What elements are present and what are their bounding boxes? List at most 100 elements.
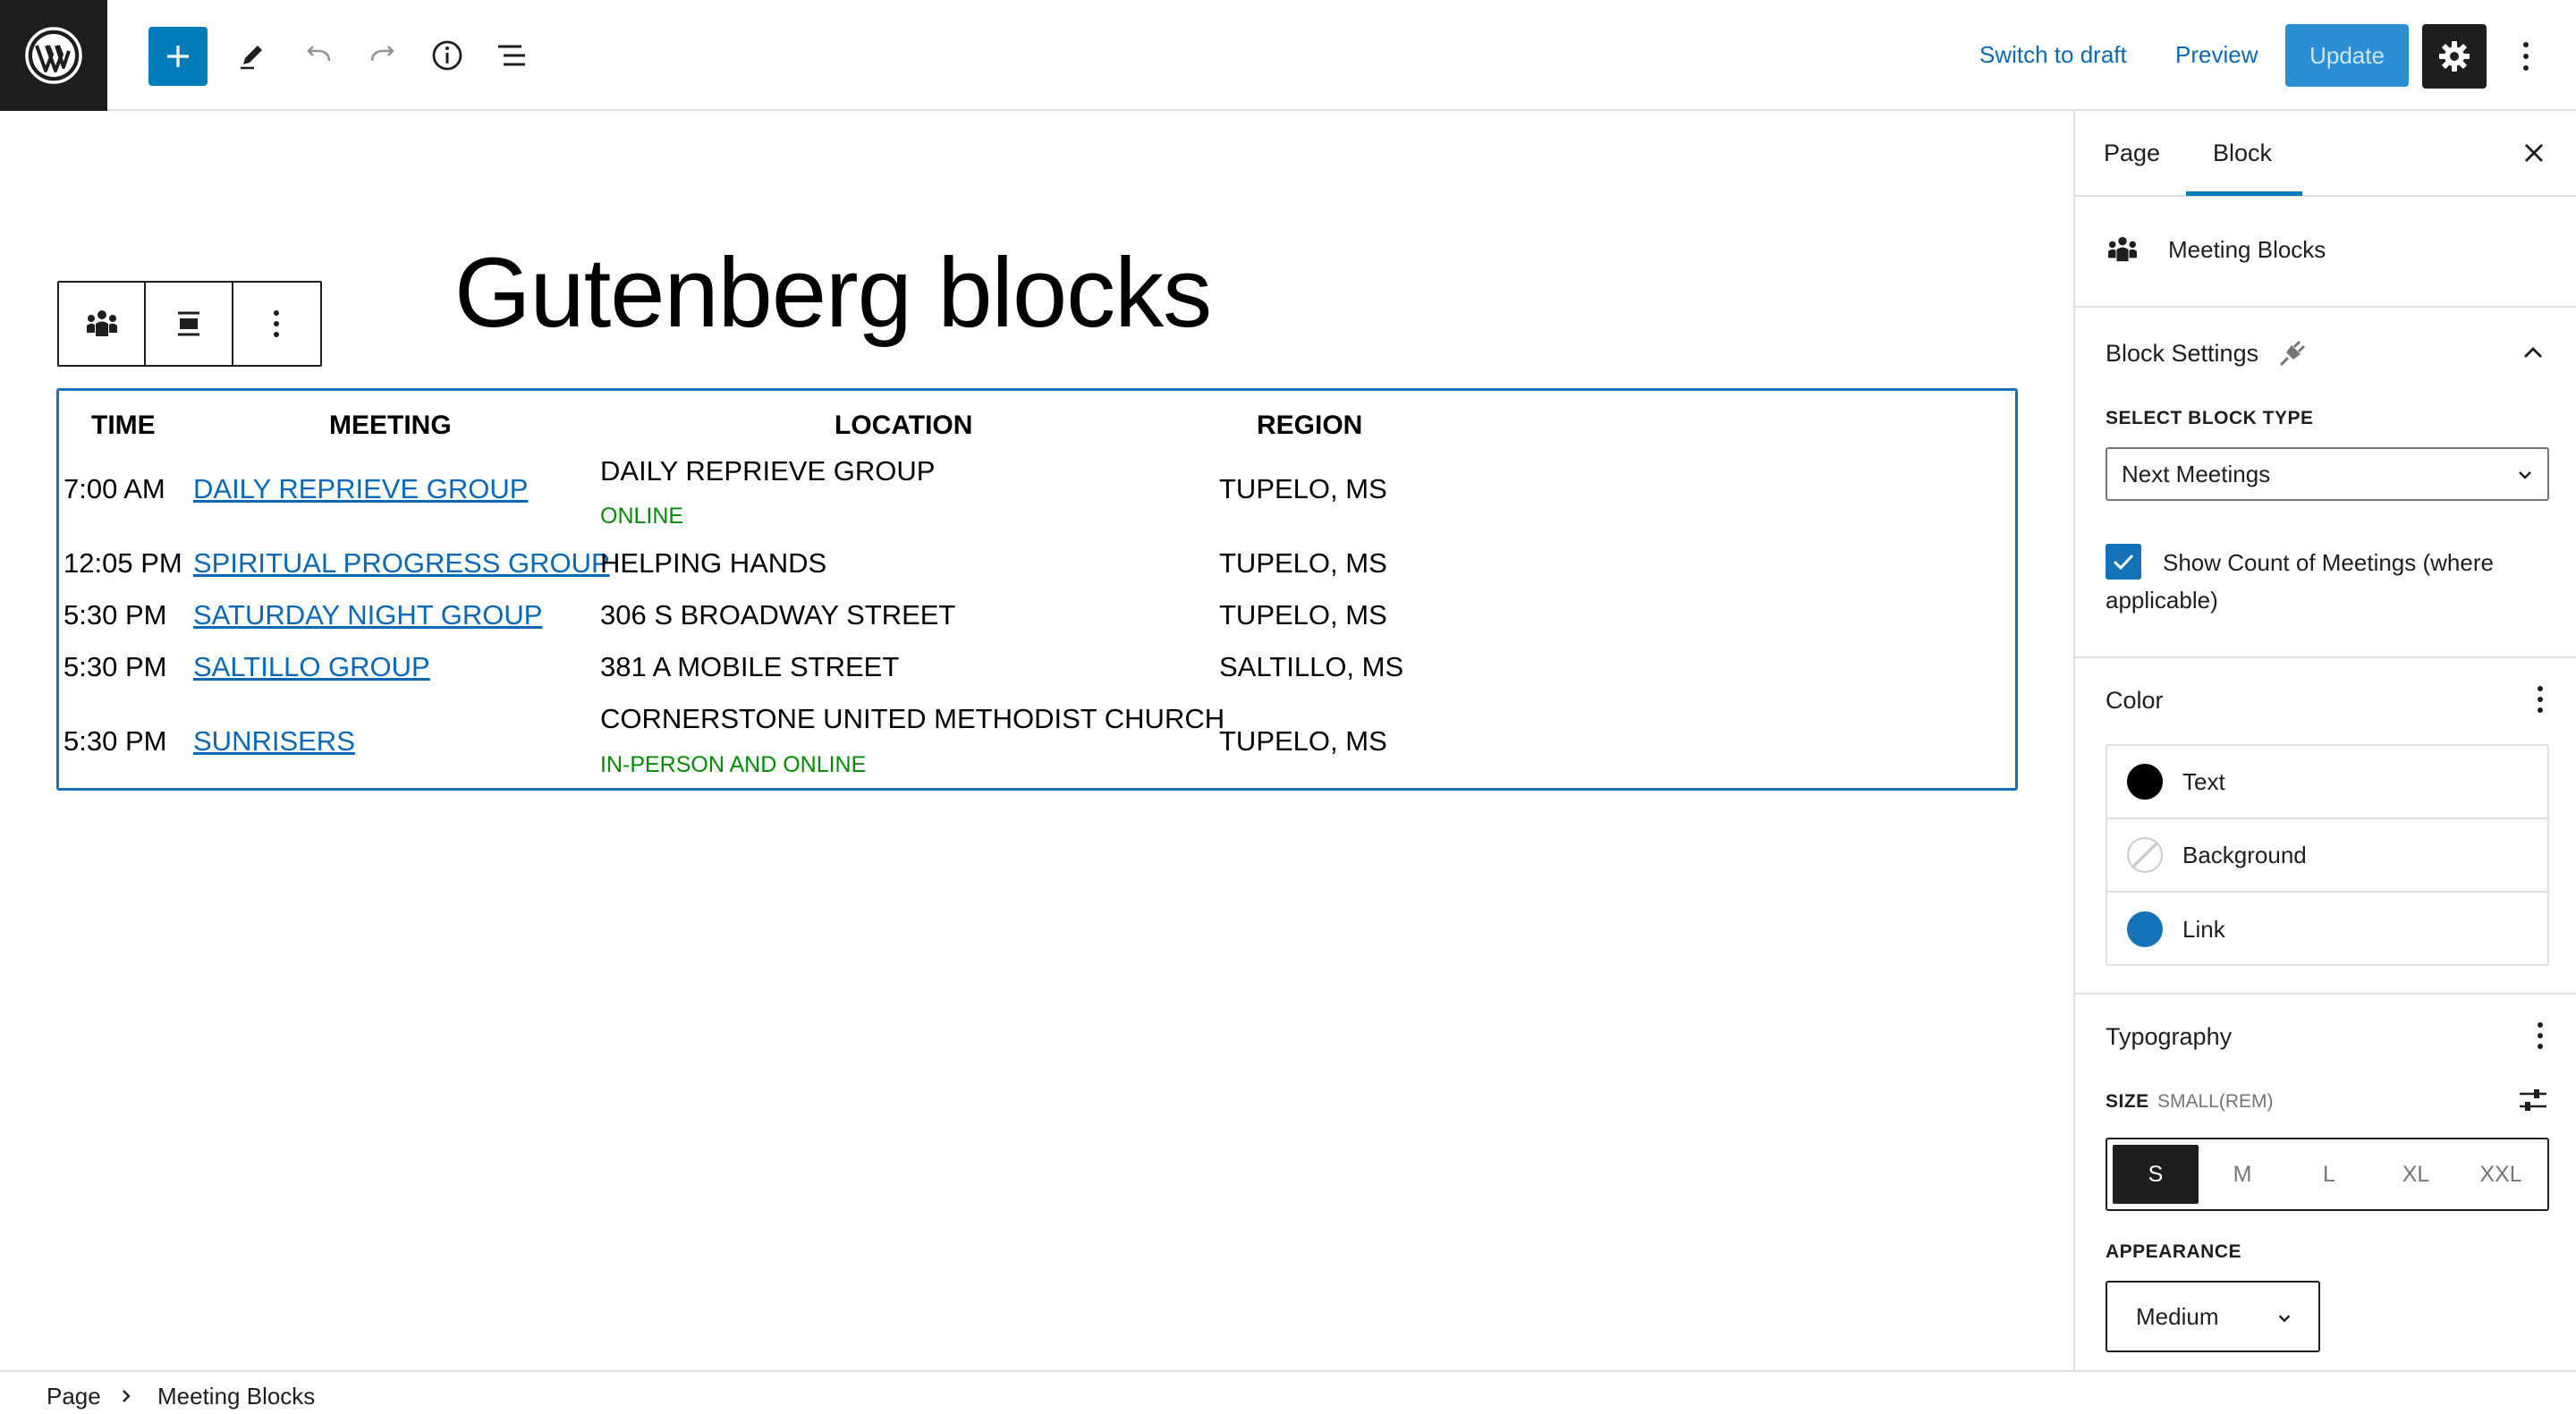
list-view-icon [498, 45, 525, 66]
options-menu-button[interactable] [2508, 30, 2544, 83]
meeting-time: 5:30 PM [64, 599, 167, 631]
more-vertical-icon [274, 310, 280, 337]
appearance-select[interactable]: Medium [2106, 1281, 2320, 1352]
meeting-link[interactable]: SALTILLO GROUP [193, 651, 430, 683]
add-block-button[interactable] [148, 27, 208, 86]
tools-button[interactable] [225, 29, 279, 82]
column-header-region: REGION [1257, 411, 1363, 440]
custom-size-button[interactable] [2513, 1080, 2553, 1120]
collapse-panel-button[interactable] [2515, 334, 2551, 370]
column-header-location: LOCATION [835, 411, 973, 440]
plus-icon [167, 46, 189, 67]
meeting-location: 381 A MOBILE STREET [600, 651, 900, 682]
close-sidebar-button[interactable] [2512, 131, 2556, 175]
wordpress-logo-button[interactable] [0, 0, 107, 111]
size-option-xxl[interactable]: XXL [2458, 1145, 2544, 1204]
align-center-icon [178, 311, 200, 336]
settings-button[interactable] [2422, 24, 2487, 89]
text-color-swatch [2127, 764, 2163, 800]
show-count-label[interactable]: Show Count of Meetings (where applicable… [2106, 544, 2553, 619]
divider [2075, 993, 2576, 995]
color-list: Text Background Link [2106, 744, 2549, 966]
meeting-region: TUPELO, MS [1219, 725, 1387, 757]
color-item-text[interactable]: Text [2107, 746, 2547, 819]
tab-page[interactable]: Page [2104, 140, 2160, 167]
breadcrumb: Page Meeting Blocks [0, 1370, 2576, 1414]
people-icon [86, 310, 117, 336]
chevron-down-icon [2278, 1315, 2291, 1323]
block-name: Meeting Blocks [2168, 236, 2326, 263]
meeting-region: TUPELO, MS [1219, 473, 1387, 504]
switch-to-draft-button[interactable]: Switch to draft [1979, 41, 2127, 69]
typography-options-button[interactable] [2522, 1009, 2558, 1063]
meeting-region: TUPELO, MS [1219, 547, 1387, 579]
info-icon [432, 40, 462, 71]
size-label: SIZE [2106, 1091, 2149, 1112]
preview-button[interactable]: Preview [2175, 41, 2258, 69]
chevron-down-icon [2519, 471, 2531, 479]
block-options-button[interactable] [233, 283, 320, 365]
tab-block[interactable]: Block [2213, 140, 2272, 167]
appearance-label: APPEARANCE [2106, 1241, 2242, 1262]
meeting-location: CORNERSTONE UNITED METHODIST CHURCH [600, 703, 1225, 734]
divider [2075, 656, 2576, 658]
active-tab-indicator [2186, 191, 2302, 196]
size-option-xl[interactable]: XL [2373, 1145, 2459, 1204]
page-title[interactable]: Gutenberg blocks [454, 236, 1212, 350]
color-item-background[interactable]: Background [2107, 819, 2547, 893]
details-button[interactable] [420, 29, 474, 82]
close-icon [2525, 144, 2543, 162]
block-settings-title[interactable]: Block Settings [2106, 340, 2258, 368]
block-type-button[interactable] [59, 283, 147, 365]
size-hint: SMALL(REM) [2157, 1091, 2274, 1112]
wordpress-icon [25, 27, 82, 84]
size-option-s[interactable]: S [2113, 1145, 2199, 1204]
sidebar-tabs: Page Block [2075, 111, 2576, 197]
color-options-button[interactable] [2522, 673, 2558, 726]
attendance-type: ONLINE [600, 504, 684, 529]
size-option-m[interactable]: M [2199, 1145, 2285, 1204]
list-view-button[interactable] [485, 29, 538, 82]
column-header-time: TIME [91, 411, 156, 440]
block-type-select[interactable]: Next Meetings [2106, 447, 2549, 501]
more-vertical-icon [2538, 1022, 2543, 1049]
meeting-time: 5:30 PM [64, 651, 167, 682]
people-icon [2108, 236, 2137, 262]
color-item-label: Background [2182, 841, 2307, 868]
chevron-up-icon [2524, 347, 2542, 358]
breadcrumb-item-page[interactable]: Page [47, 1383, 101, 1410]
meetings-table-block[interactable]: TIME MEETING LOCATION REGION 7:00 AM DAI… [56, 388, 2018, 791]
gear-icon [2439, 41, 2470, 72]
more-vertical-icon [2523, 42, 2529, 71]
meeting-location: HELPING HANDS [600, 547, 827, 579]
color-item-link[interactable]: Link [2107, 893, 2547, 966]
block-type-select-value: Next Meetings [2122, 460, 2271, 487]
redo-icon [370, 46, 394, 62]
font-size-picker: S M L XL XXL [2106, 1138, 2549, 1211]
plugin-icon [2279, 340, 2306, 367]
meeting-location: 306 S BROADWAY STREET [600, 599, 956, 631]
background-color-swatch [2127, 837, 2163, 873]
update-button[interactable]: Update [2285, 24, 2409, 87]
select-block-type-label: SELECT BLOCK TYPE [2106, 408, 2314, 428]
meeting-link[interactable]: SUNRISERS [193, 725, 355, 758]
undo-icon [307, 46, 331, 62]
breadcrumb-item-block[interactable]: Meeting Blocks [157, 1383, 315, 1410]
meeting-time: 7:00 AM [64, 473, 165, 504]
meeting-time: 5:30 PM [64, 725, 167, 757]
attendance-type: IN-PERSON AND ONLINE [600, 752, 867, 777]
pencil-icon [241, 46, 262, 70]
size-option-l[interactable]: L [2286, 1145, 2372, 1204]
meeting-link[interactable]: SATURDAY NIGHT GROUP [193, 599, 542, 631]
meeting-link[interactable]: SPIRITUAL PROGRESS GROUP [193, 547, 610, 580]
meeting-link[interactable]: DAILY REPRIEVE GROUP [193, 473, 528, 505]
editor-canvas[interactable]: Gutenberg blocks TIME MEETING LOCATION R… [0, 111, 2073, 1370]
settings-sliders-icon [2520, 1089, 2546, 1111]
show-count-checkbox[interactable] [2106, 544, 2141, 580]
undo-button[interactable] [292, 29, 345, 82]
editor-header: Switch to draft Preview Update [0, 0, 2576, 111]
more-vertical-icon [2538, 686, 2543, 713]
color-title: Color [2106, 687, 2164, 714]
redo-button[interactable] [356, 29, 410, 82]
align-button[interactable] [146, 283, 233, 365]
